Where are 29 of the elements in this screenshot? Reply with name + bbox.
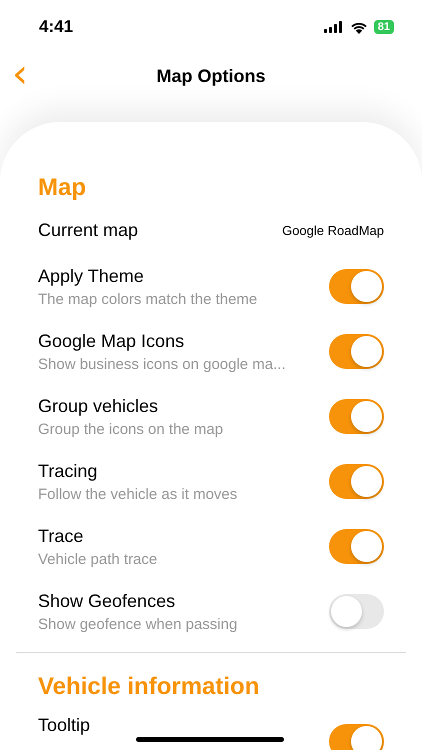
setting-value[interactable]: Google RoadMap [282,222,384,238]
toggle-switch[interactable] [329,529,384,564]
setting-label: Tooltip [38,715,90,736]
setting-description: Vehicle path trace [38,550,158,568]
signal-icon [324,21,344,33]
setting-description: Show geofence when passing [38,616,238,632]
setting-label: Show Geofences [38,590,176,612]
setting-label: Tracing [38,460,98,482]
section-title: Vehicle information [38,673,260,701]
setting-label: Current map [38,220,138,240]
toggle-switch[interactable] [329,724,384,750]
setting-description: Show business icons on google ma... [38,356,286,372]
setting-label: Apply Theme [38,266,145,286]
setting-label: Group vehicles [38,396,160,416]
page-title: Map Options [156,66,266,86]
battery-icon: 81 [374,20,394,34]
setting-label: Google Map Icons [38,330,186,352]
setting-label: Trace [38,526,84,546]
toggle-switch[interactable] [329,269,384,304]
toggle-switch[interactable] [329,334,384,369]
section-title: Map [38,174,87,202]
setting-description: Group the icons on the map [38,420,224,438]
toggle-switch[interactable] [329,594,384,629]
wifi-icon [350,20,368,34]
toggle-switch[interactable] [329,399,384,434]
setting-description: The map colors match the theme [38,290,258,308]
toggle-switch[interactable] [329,464,384,499]
setting-description: Follow the vehicle as it moves [38,486,238,502]
status-time: 4:41 [39,17,74,37]
